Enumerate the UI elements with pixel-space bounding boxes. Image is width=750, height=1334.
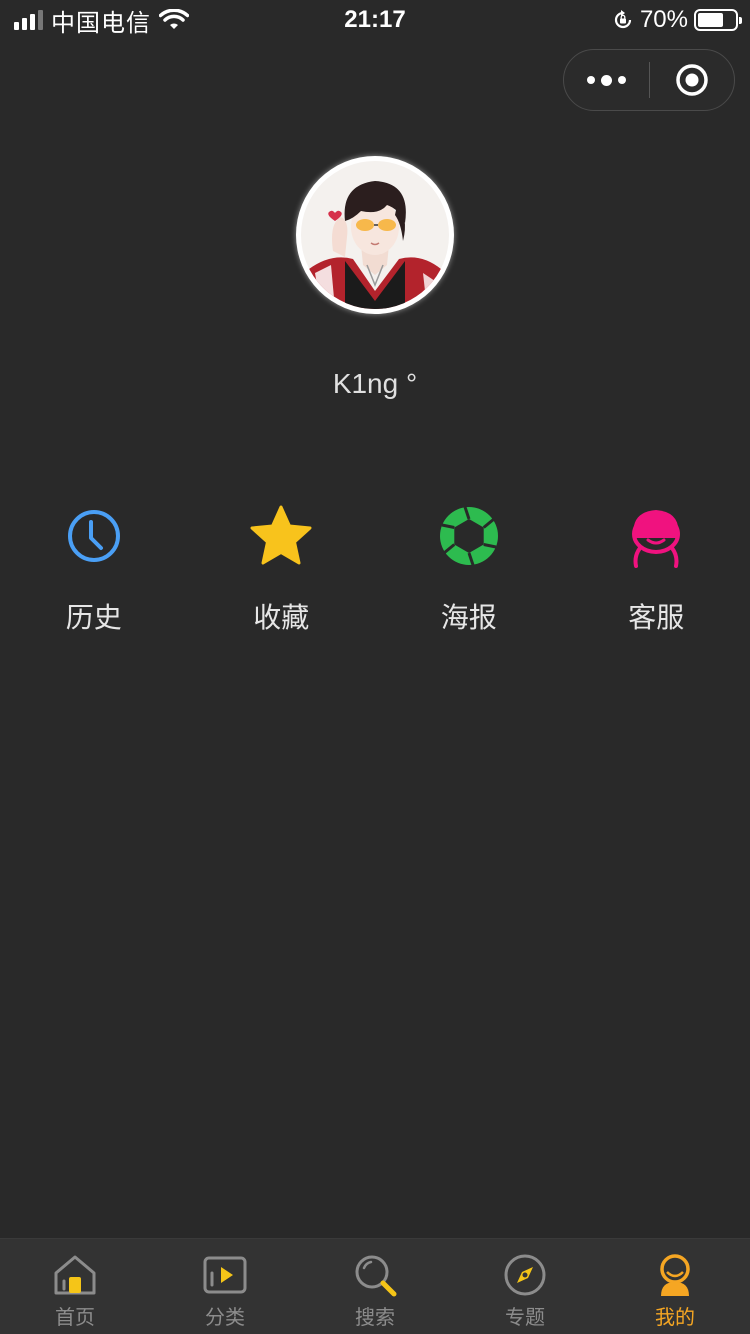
signal-icon bbox=[14, 10, 43, 30]
shortcut-label: 收藏 bbox=[253, 602, 310, 633]
close-miniprogram-button[interactable] bbox=[650, 50, 734, 110]
rotation-lock-icon bbox=[614, 10, 632, 29]
status-left: 中国电信 bbox=[14, 3, 189, 38]
shortcut-support[interactable]: 客服 bbox=[563, 500, 750, 636]
battery-percent: 70% bbox=[639, 6, 688, 33]
search-icon bbox=[351, 1251, 399, 1299]
tab-label: 搜索 bbox=[355, 1307, 395, 1329]
battery-fill bbox=[698, 13, 724, 27]
nickname: K1ng ° bbox=[332, 368, 418, 399]
user-icon bbox=[651, 1251, 699, 1299]
compass-icon bbox=[501, 1251, 549, 1299]
battery-icon bbox=[694, 9, 742, 31]
tab-topics[interactable]: 专题 bbox=[450, 1239, 600, 1334]
tab-label: 首页 bbox=[55, 1307, 95, 1329]
status-bar: 中国电信 21:17 70% bbox=[0, 0, 750, 40]
avatar[interactable] bbox=[296, 156, 454, 314]
more-dots-icon bbox=[587, 76, 595, 84]
tab-search[interactable]: 搜索 bbox=[300, 1239, 450, 1334]
shortcut-history[interactable]: 历史 bbox=[0, 500, 188, 636]
tab-home[interactable]: 首页 bbox=[0, 1239, 150, 1334]
tab-category[interactable]: 分类 bbox=[150, 1239, 300, 1334]
shortcut-grid: 历史 收藏 海报 客服 bbox=[0, 500, 750, 636]
support-person-icon bbox=[620, 500, 692, 572]
tab-label: 我的 bbox=[655, 1307, 695, 1329]
video-play-icon bbox=[201, 1251, 249, 1299]
shortcut-favorites[interactable]: 收藏 bbox=[188, 500, 376, 636]
tab-label: 分类 bbox=[205, 1307, 245, 1329]
shortcut-label: 海报 bbox=[440, 602, 497, 633]
target-close-icon bbox=[676, 64, 708, 96]
tab-bar: 首页 分类 搜索 专题 我的 bbox=[0, 1238, 750, 1334]
status-right: 70% bbox=[612, 6, 742, 34]
capsule-menu bbox=[563, 49, 735, 111]
wifi-icon bbox=[159, 9, 189, 29]
home-icon bbox=[51, 1251, 99, 1299]
aperture-icon bbox=[433, 500, 505, 572]
star-icon bbox=[245, 500, 317, 572]
user-avatar-image bbox=[301, 161, 449, 309]
tab-mine[interactable]: 我的 bbox=[600, 1239, 750, 1334]
clock-icon bbox=[58, 500, 130, 572]
shortcut-label: 历史 bbox=[65, 602, 122, 633]
tab-label: 专题 bbox=[505, 1307, 545, 1329]
carrier-label: 中国电信 bbox=[51, 9, 151, 37]
shortcut-label: 客服 bbox=[628, 602, 685, 633]
shortcut-poster[interactable]: 海报 bbox=[375, 500, 563, 636]
more-button[interactable] bbox=[564, 50, 649, 110]
